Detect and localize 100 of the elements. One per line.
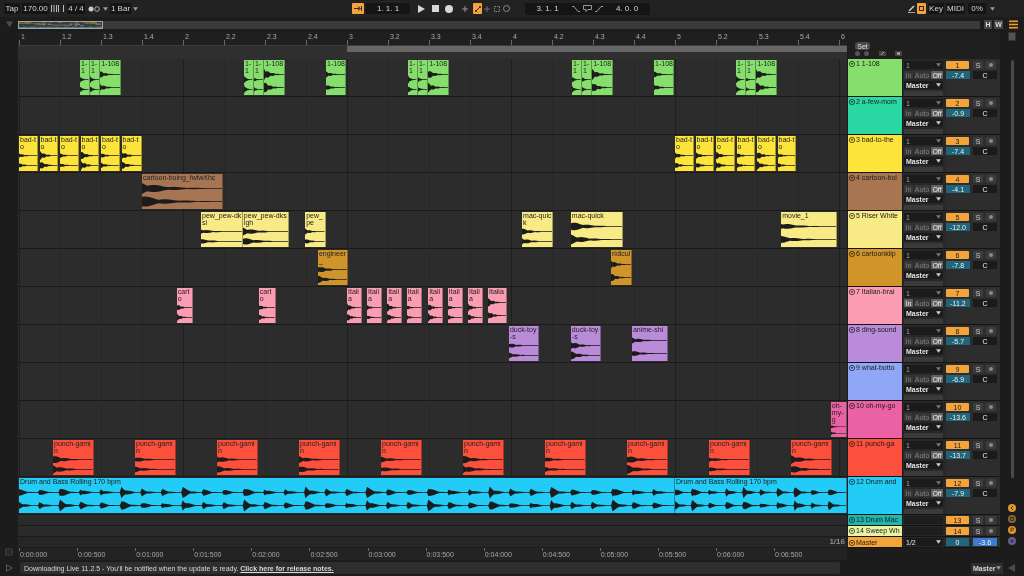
square-icon[interactable] [895, 51, 902, 56]
record-dot-icon [989, 139, 993, 143]
output-channel-field[interactable] [904, 205, 943, 210]
circled-triangle-icon[interactable] [849, 528, 855, 534]
disc-icon[interactable] [1008, 526, 1016, 534]
loop-start-field[interactable]: 3. 1. 1 [525, 2, 570, 15]
bars-icon[interactable] [51, 5, 57, 12]
key-map-button[interactable] [917, 3, 926, 14]
play-icon[interactable] [418, 4, 425, 13]
circled-triangle-icon[interactable] [849, 365, 855, 371]
arm-button[interactable] [986, 327, 996, 335]
arm-button[interactable] [986, 251, 996, 259]
master-lane[interactable]: 1/16 [18, 537, 847, 548]
midi-button[interactable]: MIDI [946, 3, 965, 14]
arm-button[interactable] [986, 441, 996, 449]
quantization-field[interactable]: 1 Bar [110, 3, 131, 14]
caret-icon [936, 425, 941, 429]
output-channel-field[interactable] [904, 319, 943, 324]
waveform-drawing [387, 302, 402, 323]
caret-icon [936, 83, 941, 87]
output-channel-field[interactable] [904, 395, 943, 400]
triangle-icon[interactable] [1008, 564, 1015, 572]
record-dot-icon [989, 405, 993, 409]
arm-button[interactable] [986, 61, 996, 69]
caret-icon [936, 215, 941, 219]
circled-triangle-icon[interactable] [849, 213, 855, 219]
circled-triangle-icon[interactable] [849, 479, 855, 485]
circled-triangle-icon[interactable] [849, 441, 855, 447]
arm-button[interactable] [986, 479, 996, 487]
caret-icon [936, 367, 941, 371]
pencil-icon[interactable] [908, 4, 915, 13]
plus-icon[interactable] [484, 5, 490, 12]
disc-icon[interactable] [1008, 537, 1016, 545]
expand-icon[interactable] [879, 51, 886, 56]
record-dot-icon [989, 443, 993, 447]
arm-button[interactable] [986, 289, 996, 297]
arm-button[interactable] [986, 365, 996, 373]
circled-triangle-icon[interactable] [849, 517, 855, 523]
caret-icon [936, 121, 941, 125]
waveform-drawing [675, 150, 693, 171]
menu-icon[interactable] [1009, 20, 1018, 29]
record-icon[interactable] [445, 4, 453, 13]
loop-length-field[interactable]: 4. 0. 0 [605, 2, 649, 15]
arm-button[interactable] [986, 175, 996, 183]
two-dots-icon[interactable] [88, 5, 100, 12]
tempo-field[interactable]: 170.00 [22, 3, 49, 14]
loop-strip[interactable] [18, 45, 847, 59]
caret-icon [936, 311, 941, 315]
automation-arm-button[interactable] [473, 3, 482, 14]
key-button[interactable]: Key [928, 3, 944, 14]
vertical-scrollbar[interactable] [1010, 60, 1014, 478]
caret-icon [936, 253, 941, 257]
disc-icon[interactable] [1008, 515, 1016, 523]
song-position-field[interactable]: 1. 1. 1 [366, 3, 410, 14]
output-channel-field[interactable] [904, 471, 943, 476]
circled-triangle-icon[interactable] [849, 175, 855, 181]
bars-icon[interactable] [58, 5, 64, 12]
output-channel-field[interactable] [904, 243, 943, 248]
circled-triangle-icon[interactable] [849, 289, 855, 295]
circle-icon[interactable] [503, 5, 510, 12]
arm-button[interactable] [986, 403, 996, 411]
dot-icon[interactable] [864, 51, 869, 56]
arrangement-overview[interactable] [18, 20, 980, 29]
triangle-icon[interactable] [5, 21, 13, 28]
circled-triangle-icon[interactable] [849, 327, 855, 333]
waveform-drawing [299, 454, 339, 475]
diagonal-line-icon [474, 5, 481, 12]
disc-icon[interactable] [1008, 504, 1016, 512]
output-channel-field[interactable] [904, 281, 943, 286]
output-channel-field[interactable] [904, 357, 943, 362]
output-channel-field[interactable] [904, 433, 943, 438]
output-channel-field[interactable] [904, 91, 943, 96]
slope-up-icon[interactable] [595, 5, 603, 12]
arm-button[interactable] [986, 527, 996, 535]
waveform-drawing [176, 302, 192, 323]
circled-triangle-icon[interactable] [849, 403, 855, 409]
circled-triangle-icon[interactable] [849, 137, 855, 143]
time-signature-field[interactable]: 4 / 4 [67, 3, 85, 14]
follow-button[interactable] [352, 3, 364, 14]
record-dot-icon [989, 481, 993, 485]
output-channel-field[interactable] [904, 167, 943, 172]
tap-button[interactable]: Tap [4, 3, 20, 14]
circled-triangle-icon[interactable] [849, 539, 855, 546]
output-channel-field[interactable] [904, 509, 943, 514]
circled-triangle-icon[interactable] [849, 61, 855, 67]
dot-icon[interactable] [855, 51, 860, 56]
arm-button[interactable] [986, 137, 996, 145]
caret-icon [936, 349, 941, 353]
arm-button[interactable] [986, 99, 996, 107]
circled-triangle-icon[interactable] [849, 251, 855, 257]
loop-icon[interactable] [583, 5, 592, 12]
record-dot-icon [989, 177, 993, 181]
arm-button[interactable] [986, 213, 996, 221]
output-channel-field[interactable] [904, 129, 943, 134]
waveform-drawing [522, 226, 553, 247]
grid-label[interactable]: 1/16 [829, 538, 845, 546]
circled-triangle-icon[interactable] [849, 99, 855, 105]
slope-down-icon[interactable] [572, 5, 580, 12]
plus-icon[interactable] [462, 5, 468, 12]
arm-button[interactable] [986, 516, 996, 524]
